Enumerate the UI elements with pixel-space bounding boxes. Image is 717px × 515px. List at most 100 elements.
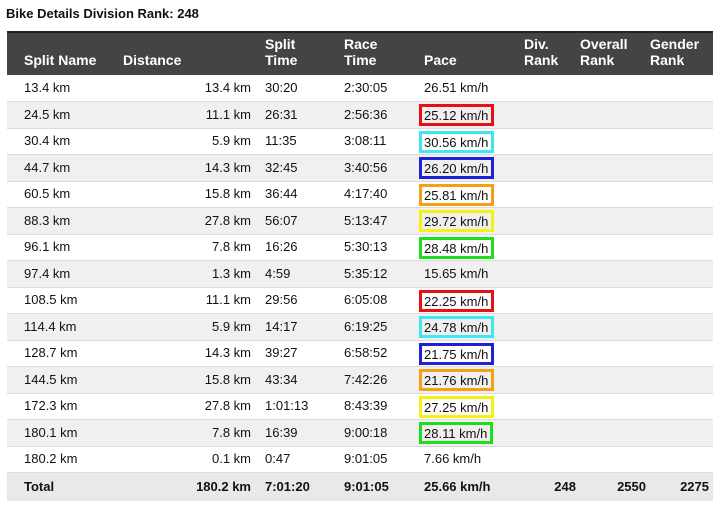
header-gender-rank[interactable]: Gender Rank (650, 31, 713, 75)
table-row: 13.4 km 13.4 km 30:20 2:30:05 26.51 km/h (7, 75, 713, 102)
race-time-cell: 7:42:26 (344, 366, 424, 394)
pace-highlight: 25.81 km/h (419, 183, 495, 206)
split-time-cell: 14:17 (265, 313, 344, 341)
gender-rank-cell (650, 287, 713, 314)
race-time-cell: 2:30:05 (344, 75, 424, 102)
div-rank-cell (524, 154, 580, 182)
pace-highlight: 21.75 km/h (419, 342, 495, 365)
distance-cell: 5.9 km (123, 128, 265, 155)
div-rank-cell (524, 260, 580, 288)
table-row: 108.5 km 11.1 km 29:56 6:05:08 22.25 km/h (7, 287, 713, 314)
table-row: 30.4 km 5.9 km 11:35 3:08:11 30.56 km/h (7, 128, 713, 155)
split-name-cell: 128.7 km (7, 340, 123, 367)
table-row: 114.4 km 5.9 km 14:17 6:19:25 24.78 km/h (7, 313, 713, 341)
gender-rank-cell (650, 446, 713, 473)
split-time-cell: 56:07 (265, 207, 344, 235)
pace-highlight: 30.56 km/h (419, 130, 495, 153)
header-split-time[interactable]: Split Time (265, 31, 344, 75)
header-race-time[interactable]: Race Time (344, 31, 424, 75)
overall-rank-cell (580, 446, 650, 473)
split-time-cell: 16:26 (265, 234, 344, 261)
table-row: 88.3 km 27.8 km 56:07 5:13:47 29.72 km/h (7, 207, 713, 235)
total-split-time: 7:01:20 (265, 472, 344, 501)
race-time-cell: 8:43:39 (344, 393, 424, 420)
header-split-name[interactable]: Split Name (7, 31, 123, 75)
total-race-time: 9:01:05 (344, 472, 424, 501)
div-rank-cell (524, 234, 580, 261)
pace-cell: 21.76 km/h (419, 366, 524, 394)
header-pace[interactable]: Pace (424, 31, 524, 75)
gender-rank-cell (650, 366, 713, 394)
table-row: 24.5 km 11.1 km 26:31 2:56:36 25.12 km/h (7, 101, 713, 129)
distance-cell: 5.9 km (123, 313, 265, 341)
pace-highlight: 24.78 km/h (419, 316, 495, 339)
distance-cell: 27.8 km (123, 393, 265, 420)
pace-cell: 26.20 km/h (419, 154, 524, 182)
pace-highlight: 25.12 km/h (419, 104, 495, 127)
overall-rank-cell (580, 234, 650, 261)
pace-cell: 28.48 km/h (419, 234, 524, 261)
overall-rank-cell (580, 181, 650, 208)
bike-splits-table: Split Name Distance Split Time Race Time P… (7, 31, 713, 501)
race-time-cell: 9:00:18 (344, 419, 424, 447)
table-row: 60.5 km 15.8 km 36:44 4:17:40 25.81 km/h (7, 181, 713, 208)
pace-value: 15.65 km/h (424, 265, 489, 281)
split-time-cell: 16:39 (265, 419, 344, 447)
distance-cell: 7.8 km (123, 234, 265, 261)
total-label: Total (7, 472, 123, 501)
overall-rank-cell (580, 207, 650, 235)
split-time-cell: 0:47 (265, 446, 344, 473)
race-time-cell: 2:56:36 (344, 101, 424, 129)
distance-cell: 11.1 km (123, 287, 265, 314)
header-overall-rank[interactable]: Overall Rank (580, 31, 650, 75)
gender-rank-cell (650, 154, 713, 182)
pace-highlight: 28.48 km/h (419, 236, 495, 259)
table-row: 97.4 km 1.3 km 4:59 5:35:12 15.65 km/h (7, 260, 713, 288)
div-rank-cell (524, 313, 580, 341)
split-name-cell: 144.5 km (7, 366, 123, 394)
split-name-cell: 13.4 km (7, 75, 123, 102)
div-rank-cell (524, 75, 580, 102)
split-time-cell: 11:35 (265, 128, 344, 155)
gender-rank-cell (650, 181, 713, 208)
split-name-cell: 96.1 km (7, 234, 123, 261)
header-distance[interactable]: Distance (123, 31, 265, 75)
race-time-cell: 6:19:25 (344, 313, 424, 341)
overall-rank-cell (580, 260, 650, 288)
split-time-cell: 32:45 (265, 154, 344, 182)
distance-cell: 0.1 km (123, 446, 265, 473)
split-name-cell: 60.5 km (7, 181, 123, 208)
pace-highlight: 27.25 km/h (419, 395, 495, 418)
distance-cell: 14.3 km (123, 340, 265, 367)
div-rank-cell (524, 366, 580, 394)
distance-cell: 15.8 km (123, 366, 265, 394)
pace-highlight: 21.76 km/h (419, 369, 495, 392)
pace-cell: 24.78 km/h (419, 313, 524, 341)
split-name-cell: 108.5 km (7, 287, 123, 314)
distance-cell: 15.8 km (123, 181, 265, 208)
header-div-rank[interactable]: Div. Rank (524, 31, 580, 75)
pace-highlight: 26.20 km/h (419, 157, 495, 180)
table-row: 180.1 km 7.8 km 16:39 9:00:18 28.11 km/h (7, 419, 713, 447)
total-gender-rank: 2275 (650, 472, 713, 501)
split-name-cell: 114.4 km (7, 313, 123, 341)
gender-rank-cell (650, 260, 713, 288)
div-rank-cell (524, 207, 580, 235)
pace-cell: 30.56 km/h (419, 128, 524, 155)
overall-rank-cell (580, 128, 650, 155)
split-time-cell: 30:20 (265, 75, 344, 102)
split-name-cell: 44.7 km (7, 154, 123, 182)
div-rank-cell (524, 101, 580, 129)
table-row: 96.1 km 7.8 km 16:26 5:30:13 28.48 km/h (7, 234, 713, 261)
pace-cell: 29.72 km/h (419, 207, 524, 235)
pace-value: 26.51 km/h (424, 80, 489, 95)
total-distance: 180.2 km (123, 472, 265, 501)
pace-cell: 26.51 km/h (424, 75, 524, 102)
split-time-cell: 26:31 (265, 101, 344, 129)
gender-rank-cell (650, 101, 713, 129)
pace-value: 7.66 km/h (424, 451, 482, 467)
overall-rank-cell (580, 366, 650, 394)
race-time-cell: 9:01:05 (344, 446, 424, 473)
split-name-cell: 172.3 km (7, 393, 123, 420)
pace-cell: 27.25 km/h (419, 393, 524, 420)
